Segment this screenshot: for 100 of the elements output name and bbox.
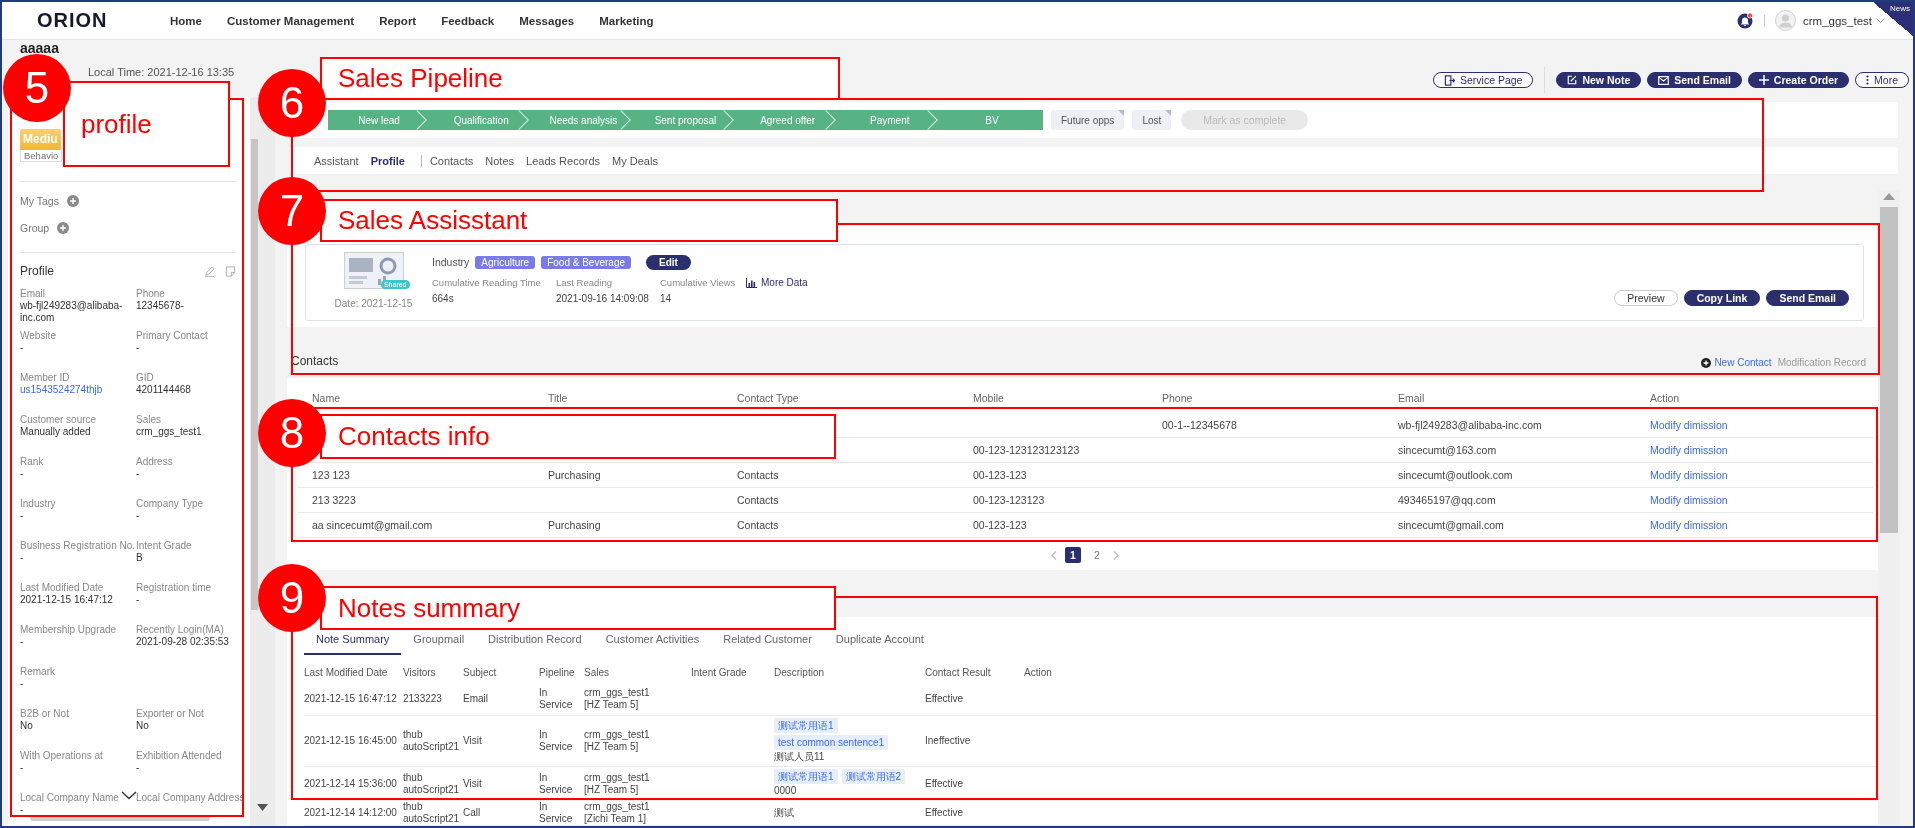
modify-link[interactable]: Modify dimission: [1650, 444, 1873, 456]
tab[interactable]: Duplicate Account: [823, 632, 936, 655]
outcome-button[interactable]: Future opps: [1051, 110, 1125, 130]
section-heading: Profile: [20, 264, 54, 278]
column-header: Email: [1398, 392, 1426, 404]
field-value: -: [136, 510, 141, 522]
card-button[interactable]: Send Email: [1766, 290, 1849, 306]
more-data-link[interactable]: More Data: [746, 277, 808, 288]
tab[interactable]: Leads Records: [526, 154, 601, 167]
nav-link[interactable]: Messages: [519, 14, 575, 27]
page-title: aaaaa: [20, 41, 60, 55]
table-cell-text: 测试: [774, 806, 795, 820]
table-cell-text: crm_ggs_test1 [HZ Team 5]: [584, 771, 651, 796]
column-header: Subject: [463, 667, 498, 679]
card-button[interactable]: Preview: [1614, 290, 1678, 306]
page-button[interactable]: 2: [1089, 547, 1105, 563]
field-label: Intent Grade: [136, 540, 192, 552]
edit-button[interactable]: Edit: [646, 254, 691, 270]
tab[interactable]: Profile: [370, 154, 405, 167]
local-time: Local Time: 2021-12-16 13:35: [88, 66, 235, 78]
nav-link[interactable]: Feedback: [441, 14, 495, 27]
modify-link[interactable]: Modify dimission: [1650, 519, 1873, 531]
field-value: -: [20, 804, 25, 816]
behavior-tag: Behavio: [20, 150, 62, 162]
field-value: -: [136, 594, 141, 606]
stat-label: Cumulative Reading Time: [432, 277, 542, 288]
add-icon[interactable]: [66, 195, 79, 207]
table-cell-text: Call: [463, 807, 482, 819]
tab[interactable]: Assistant: [314, 154, 359, 167]
tab[interactable]: Note Summary: [304, 632, 402, 655]
nav-link[interactable]: Report: [379, 14, 417, 27]
note-icon[interactable]: [225, 265, 236, 277]
action-button[interactable]: Send Email: [1647, 72, 1742, 88]
service-icon: [1443, 74, 1455, 86]
field-value: B: [136, 552, 144, 564]
new-contact-link[interactable]: New Contact: [1701, 357, 1772, 368]
tab[interactable]: Customer Activities: [593, 632, 712, 655]
nav-link[interactable]: Customer Management: [226, 14, 355, 27]
nav-link[interactable]: Home: [170, 14, 202, 27]
chevron-right-icon[interactable]: [1113, 550, 1119, 560]
news-ribbon[interactable]: News: [1873, 2, 1913, 36]
tab[interactable]: Notes: [485, 154, 515, 167]
field-value: -: [136, 468, 141, 480]
outcome-button[interactable]: Lost: [1132, 110, 1172, 130]
action-button[interactable]: Service Page: [1432, 72, 1534, 88]
table-cell-text: 2021-12-14 14:12:00: [304, 807, 398, 819]
page-button[interactable]: 1: [1065, 547, 1081, 563]
card-button[interactable]: Copy Link: [1683, 290, 1761, 306]
logo[interactable]: ORION: [37, 9, 137, 32]
member-link[interactable]: us1543524274thjb: [20, 384, 132, 396]
tab[interactable]: Distribution Record: [476, 632, 594, 655]
field-label: GID: [136, 372, 154, 384]
user-name[interactable]: crm_ggs_test: [1802, 14, 1872, 27]
group-label: Group: [20, 222, 50, 234]
table-cell-text: 213 3223: [311, 494, 357, 506]
table-cell-text: crm_ggs_test1 [HZ Team 5]: [584, 687, 651, 711]
field-label: Industry: [20, 498, 56, 510]
stat-value: 14: [660, 293, 673, 304]
table-cell-text: 00-123-123: [973, 469, 1028, 481]
bell-icon[interactable]: [1736, 12, 1754, 29]
tab[interactable]: Contacts: [429, 154, 474, 167]
stat-label: Cumulative Views: [660, 277, 737, 288]
scroll-up-icon[interactable]: [1883, 193, 1895, 200]
avatar-icon[interactable]: [1774, 10, 1796, 31]
tab[interactable]: My Deals: [612, 154, 658, 167]
field-value: crm_ggs_test1: [136, 426, 203, 438]
bar-chart-icon: [746, 277, 757, 288]
modify-link[interactable]: Modify dimission: [1650, 494, 1873, 506]
field-value: -: [136, 342, 141, 354]
caret-icon[interactable]: [1876, 17, 1885, 24]
envelope-icon: [1658, 75, 1670, 85]
phrase-tag: 测试常用语2: [841, 769, 906, 784]
tab[interactable]: Related Customer: [711, 632, 824, 655]
table-cell-text: Effective: [925, 777, 965, 790]
chevron-down-icon[interactable]: [121, 791, 137, 800]
table-cell-text: 0000: [774, 784, 798, 798]
add-icon[interactable]: [57, 222, 70, 234]
report-date: Date: 2021-12-15: [334, 298, 413, 309]
action-button[interactable]: New Note: [1556, 72, 1642, 88]
pen-icon[interactable]: [204, 265, 215, 277]
table-cell-text: 493465197@qq.com: [1398, 494, 1497, 506]
scroll-down-icon[interactable]: [257, 804, 268, 811]
more-icon: [1866, 75, 1870, 85]
table-cell-text: thub autoScript21: [403, 729, 461, 753]
modify-link[interactable]: Modify dimission: [1650, 419, 1873, 431]
action-button[interactable]: More: [1855, 72, 1909, 88]
action-button[interactable]: Create Order: [1747, 72, 1850, 88]
field-label: With Operations at: [20, 750, 103, 762]
field-value: No: [136, 720, 150, 732]
callout-label: Notes summary: [320, 586, 836, 630]
table-cell-text: crm_ggs_test1 [Zichi Team 1]: [584, 801, 651, 825]
nav-link[interactable]: Marketing: [599, 14, 654, 27]
table-cell-text: In Service: [539, 771, 574, 796]
modify-link[interactable]: Modify dimission: [1650, 469, 1873, 481]
column-header: Last Modified Date: [304, 667, 389, 679]
table-cell-text: Email: [463, 693, 489, 705]
chevron-left-icon[interactable]: [1051, 550, 1057, 560]
table-cell-text: Purchasing: [548, 469, 602, 481]
tab[interactable]: Groupmail: [401, 632, 477, 655]
table-cell-text: In Service: [539, 801, 574, 825]
